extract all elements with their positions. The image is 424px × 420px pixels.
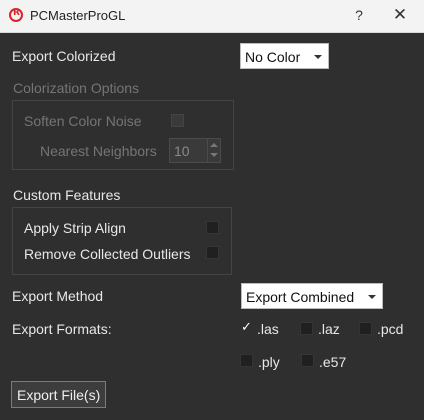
apply-strip-align-checkbox[interactable] [206, 221, 219, 234]
export-colorized-value: No Color [245, 49, 301, 65]
ply-format-label: .ply [258, 354, 280, 370]
nearest-neighbors-value: 10 [174, 143, 190, 159]
remove-outliers-label: Remove Collected Outliers [24, 246, 191, 262]
chevron-down-icon [314, 55, 322, 59]
e57-checkbox[interactable] [301, 354, 314, 367]
las-format-label: .las [257, 321, 279, 337]
title-bar: PCMasterProGL ? ✕ [0, 0, 424, 33]
nearest-neighbors-label: Nearest Neighbors [40, 143, 157, 159]
apply-strip-align-label: Apply Strip Align [24, 220, 126, 236]
custom-features-heading: Custom Features [13, 187, 121, 203]
export-colorized-label: Export Colorized [12, 48, 116, 64]
window-title: PCMasterProGL [30, 8, 126, 23]
laz-format-label: .laz [318, 321, 340, 337]
export-method-dropdown[interactable]: Export Combined [241, 283, 383, 309]
ply-checkbox[interactable] [240, 354, 253, 367]
export-colorized-dropdown[interactable]: No Color [240, 43, 329, 69]
pcd-checkbox[interactable] [359, 322, 372, 335]
pcd-format-label: .pcd [377, 321, 404, 337]
nearest-neighbors-spinbox[interactable]: 10 [169, 138, 221, 163]
export-formats-label: Export Formats: [12, 321, 112, 337]
app-logo-icon [9, 8, 23, 22]
chevron-up-icon[interactable] [210, 143, 218, 147]
spinbox-buttons [207, 139, 220, 162]
remove-outliers-checkbox[interactable] [206, 246, 219, 259]
export-files-button[interactable]: Export File(s) [11, 381, 106, 408]
colorization-options-heading: Colorization Options [13, 80, 140, 96]
custom-features-group [12, 207, 232, 275]
chevron-down-icon [368, 295, 376, 299]
export-method-label: Export Method [12, 288, 104, 304]
help-button[interactable]: ? [352, 7, 366, 23]
export-files-button-label: Export File(s) [17, 387, 101, 403]
soften-color-noise-checkbox[interactable] [171, 114, 184, 127]
export-method-value: Export Combined [246, 289, 355, 305]
laz-checkbox[interactable] [300, 322, 313, 335]
las-checkbox-checked-icon[interactable]: ✓ [241, 320, 252, 335]
close-icon[interactable]: ✕ [391, 5, 409, 25]
soften-color-noise-label: Soften Color Noise [24, 113, 142, 129]
chevron-down-icon[interactable] [210, 153, 218, 157]
e57-format-label: .e57 [319, 354, 347, 370]
